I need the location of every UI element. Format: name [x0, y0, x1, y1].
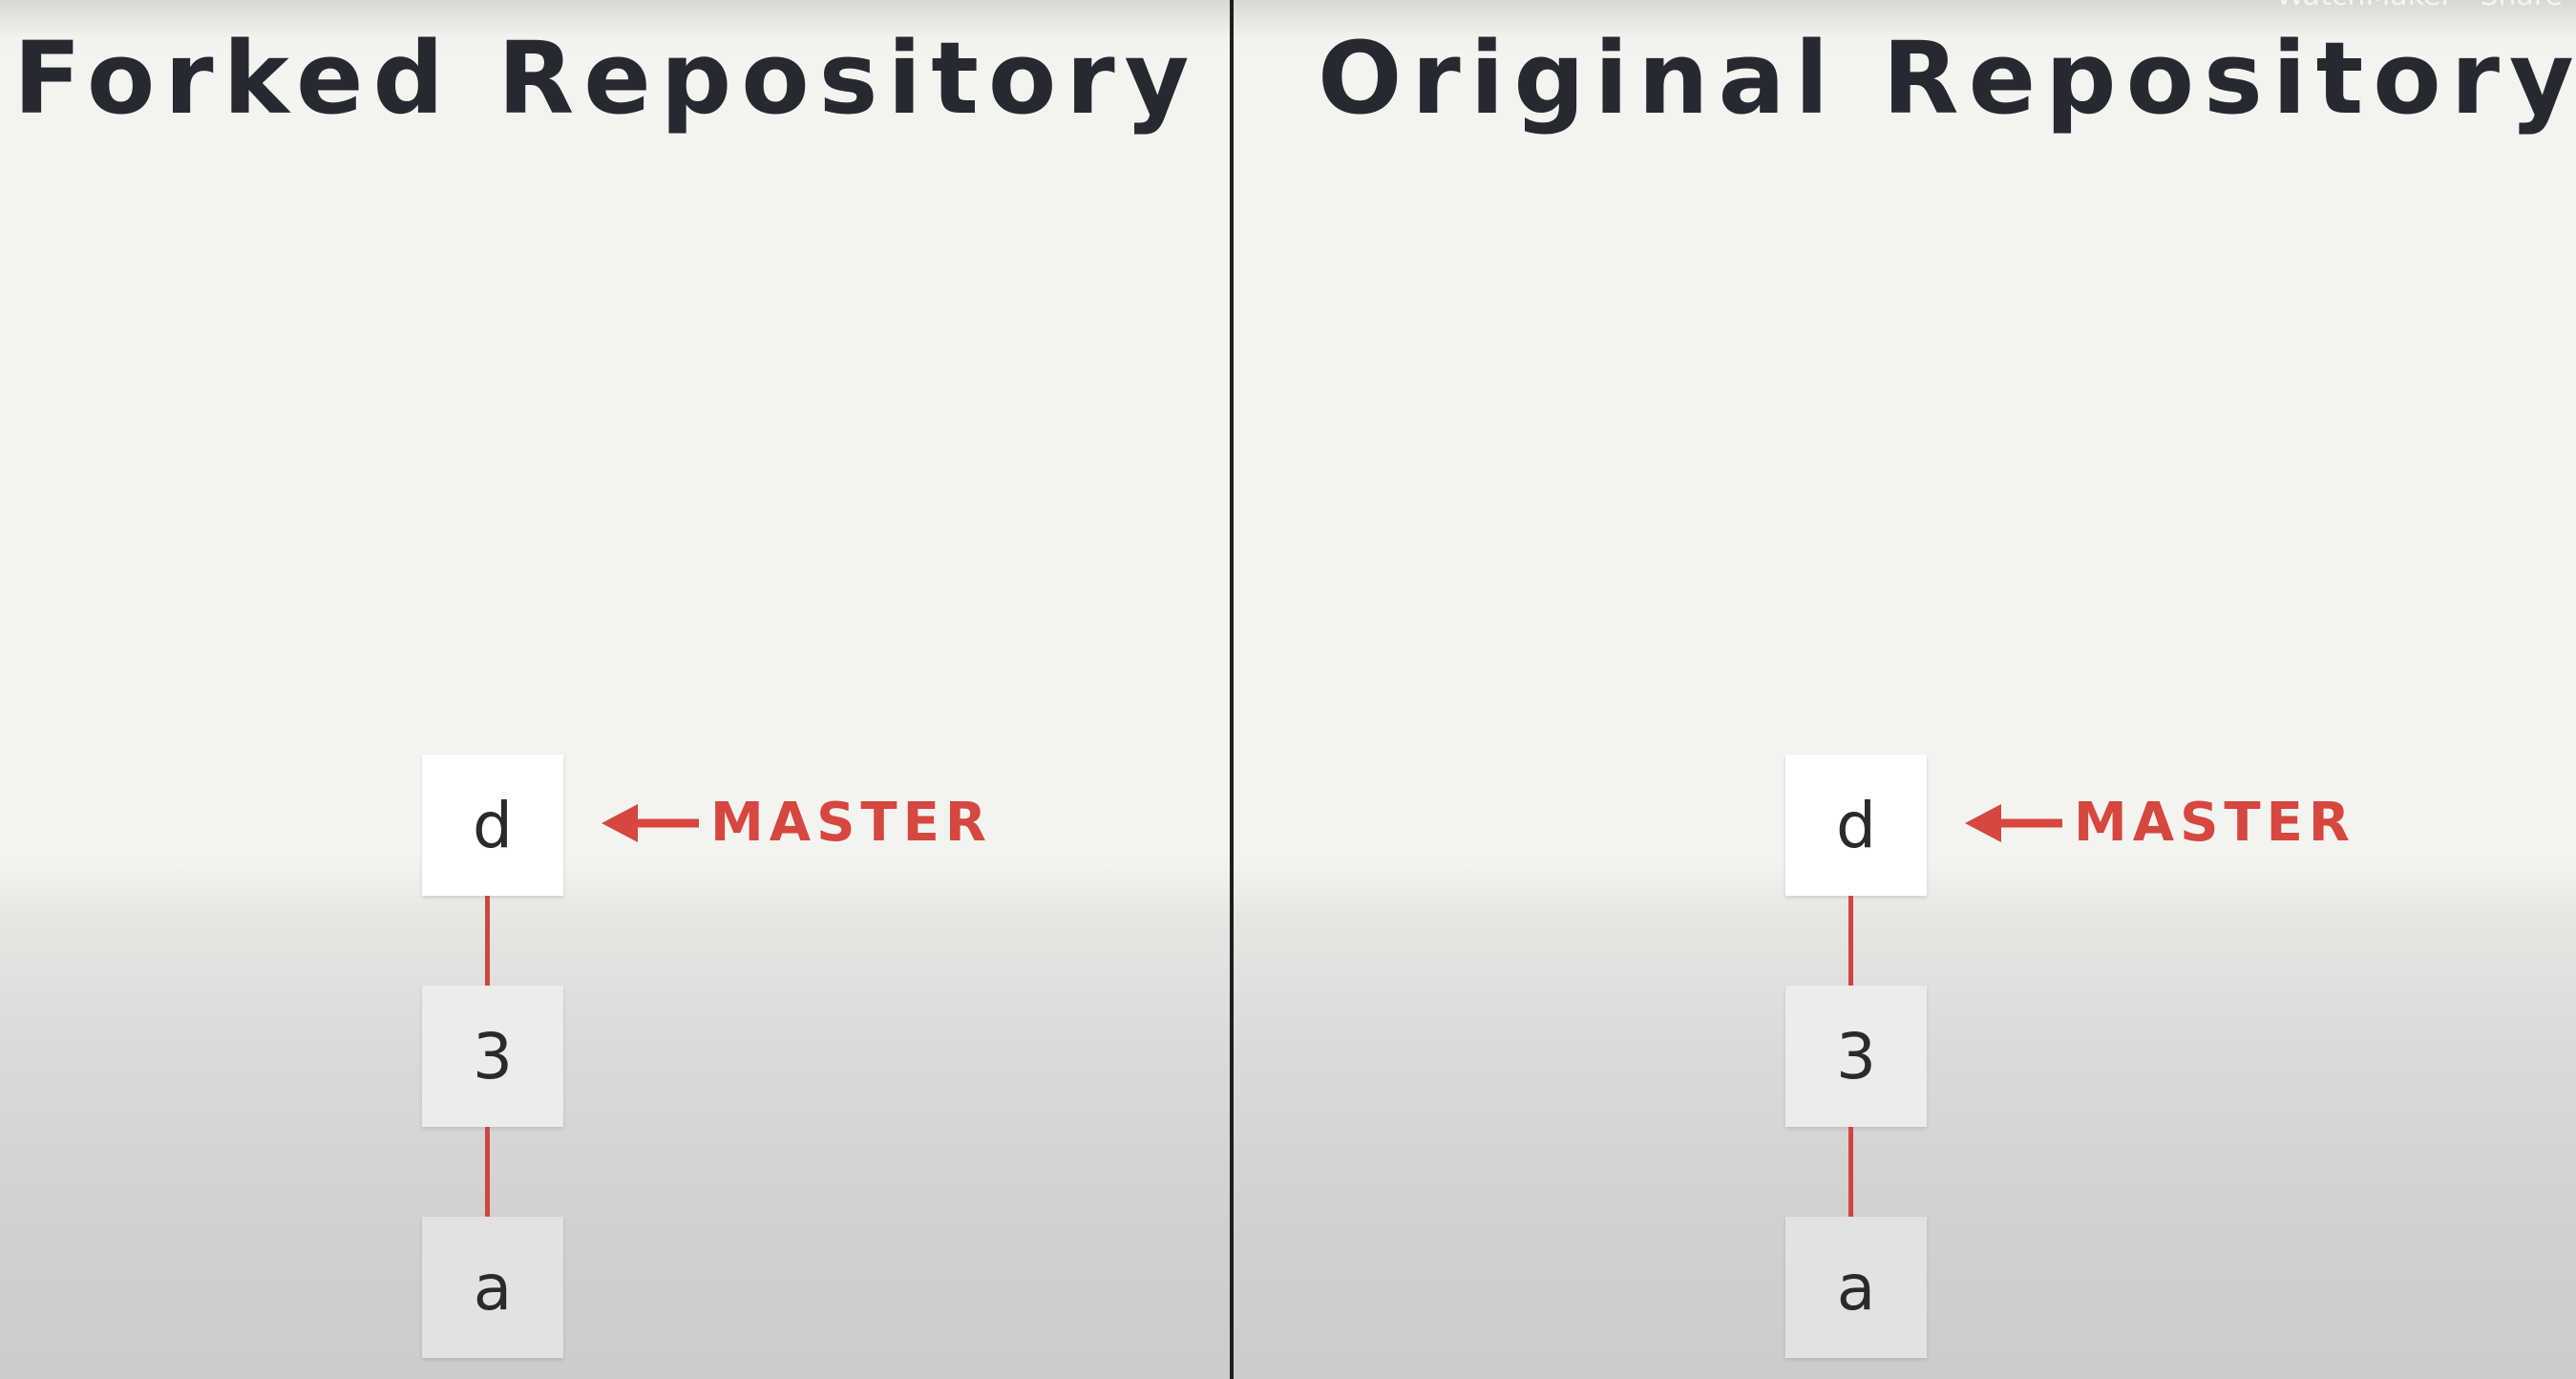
commit-link [485, 896, 490, 986]
commit-node: 3 [422, 986, 563, 1127]
branch-label: MASTER [710, 792, 992, 854]
commit-link [485, 1127, 490, 1217]
slide-canvas: WatchMaker · Share Forked Repository d 3… [0, 0, 2576, 1379]
branch-pointer: MASTER [602, 796, 992, 850]
panel-title: Original Repository [1318, 20, 2576, 137]
arrow-left-icon [602, 804, 699, 842]
commit-node: a [1785, 1217, 1927, 1358]
commit-link [1848, 896, 1853, 986]
arrow-left-icon [1965, 804, 2062, 842]
commit-node: d [1785, 754, 1927, 896]
panel-title: Forked Repository [13, 20, 1199, 137]
branch-label: MASTER [2074, 792, 2355, 854]
branch-pointer: MASTER [1965, 796, 2355, 850]
commit-node: d [422, 754, 563, 896]
commit-node: a [422, 1217, 563, 1358]
original-repository-panel: Original Repository d 3 a MASTER [1234, 0, 2576, 1379]
commit-link [1848, 1127, 1853, 1217]
forked-repository-panel: Forked Repository d 3 a MASTER [0, 0, 1230, 1379]
commit-node: 3 [1785, 986, 1927, 1127]
